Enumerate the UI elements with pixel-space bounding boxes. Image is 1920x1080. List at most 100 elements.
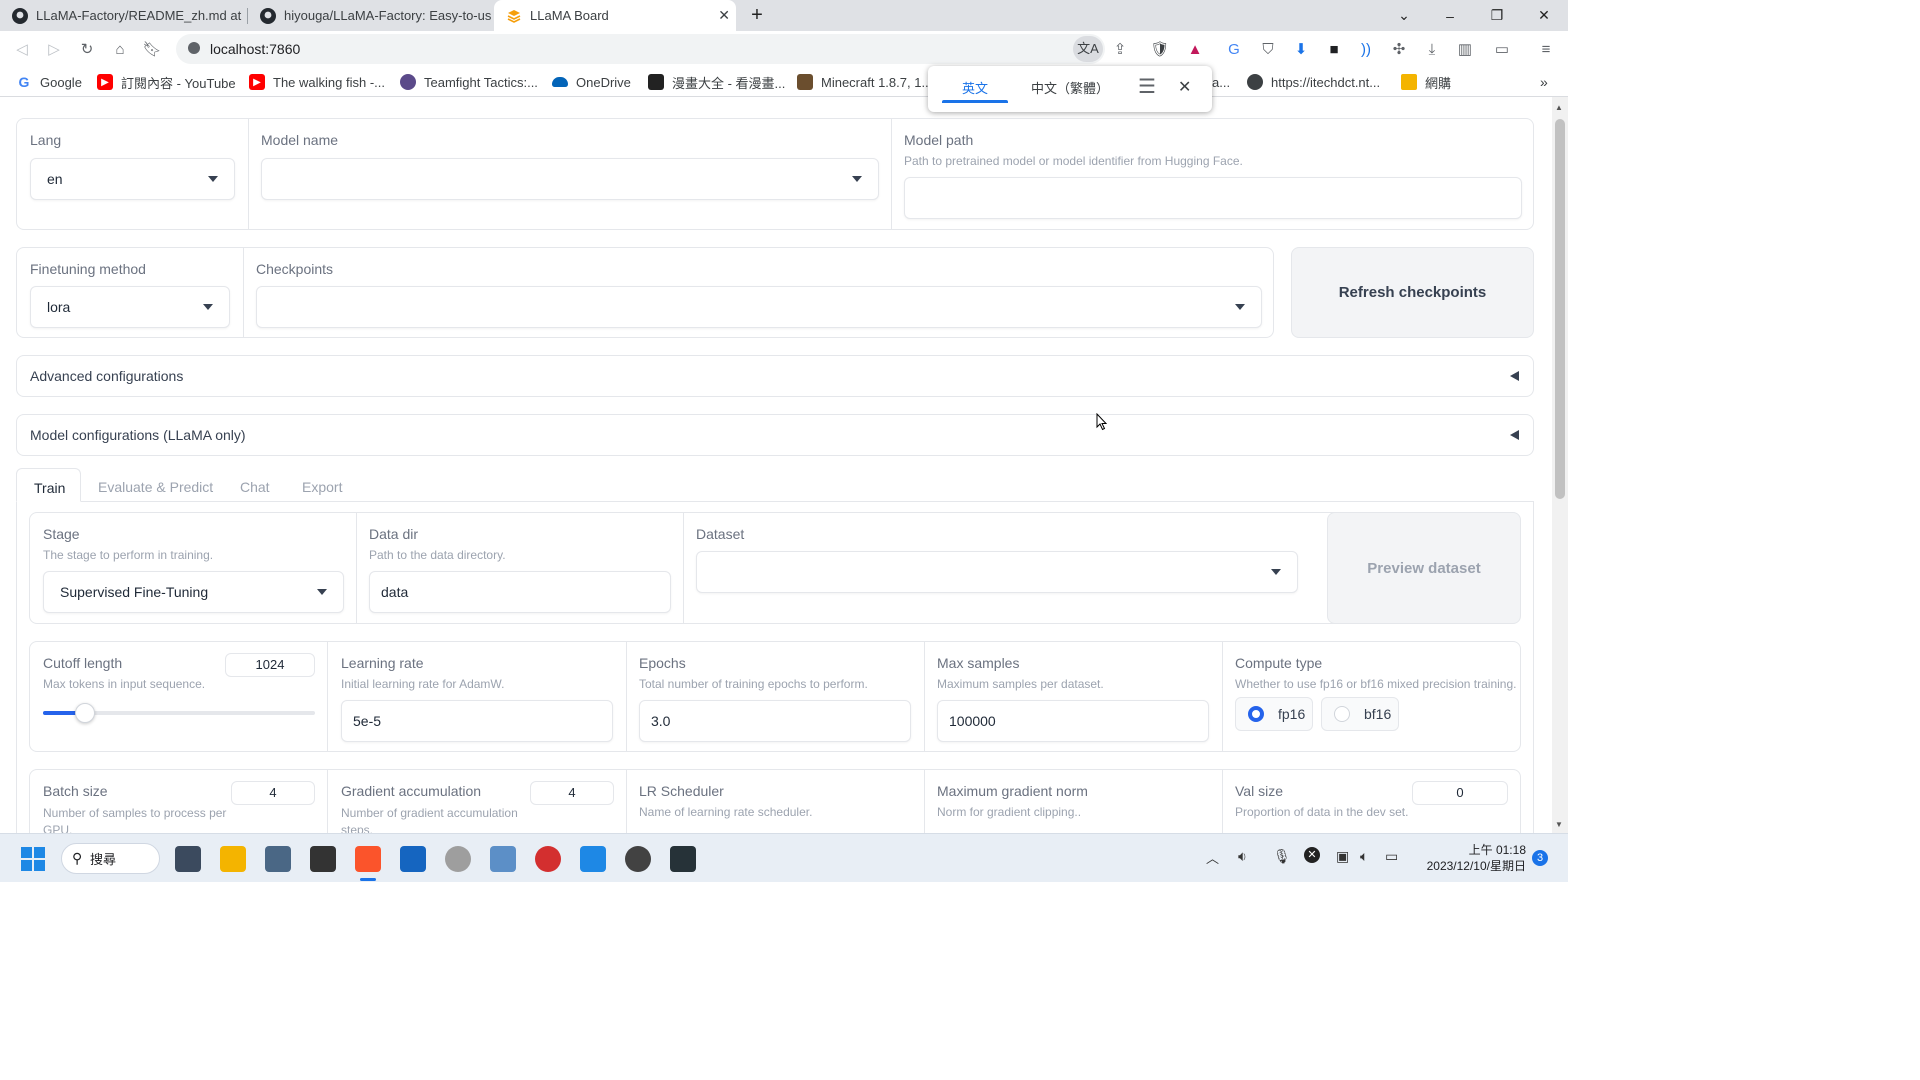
bookmark-item[interactable]: https://itechdct.nt...: [1247, 73, 1380, 91]
extensions-icon[interactable]: ✣: [1387, 37, 1411, 61]
menu-icon[interactable]: ≡: [1534, 37, 1558, 61]
brave-browser-icon[interactable]: [355, 846, 381, 872]
page-scrollbar[interactable]: ▲ ▼: [1552, 97, 1568, 833]
audio-ext-icon[interactable]: )): [1354, 37, 1378, 61]
windows-start-icon[interactable]: [21, 847, 45, 871]
url-text: localhost:7860: [210, 41, 301, 57]
wallet-icon[interactable]: ▭: [1490, 37, 1514, 61]
bookmark-item[interactable]: OneDrive: [552, 73, 631, 91]
bookmark-item[interactable]: ▶ The walking fish -...: [249, 73, 385, 91]
dataset-dropdown[interactable]: [696, 551, 1298, 593]
advanced-configurations-accordion[interactable]: Advanced configurations: [16, 355, 1534, 397]
scrollbar-thumb[interactable]: [1555, 119, 1565, 499]
file-explorer-icon[interactable]: [220, 846, 246, 872]
reload-icon[interactable]: ↻: [75, 37, 99, 61]
speaker-icon[interactable]: 🔈︎: [1360, 848, 1368, 865]
document-app-icon[interactable]: [400, 846, 426, 872]
lang-dropdown[interactable]: en: [30, 158, 235, 200]
more-bookmarks-icon[interactable]: »: [1540, 73, 1548, 91]
model-path-input[interactable]: [904, 177, 1522, 219]
bookmark-item[interactable]: ▶ 訂閱內容 - YouTube: [97, 73, 236, 91]
adblock-ext-icon[interactable]: ⛉: [1256, 37, 1280, 61]
bookmark-icon[interactable]: 🔖︎: [140, 37, 164, 61]
back-icon[interactable]: ◁: [10, 37, 34, 61]
scroll-up-icon[interactable]: ▲: [1555, 103, 1563, 112]
close-tab-icon[interactable]: ✕: [718, 7, 730, 24]
bookmark-item[interactable]: Minecraft 1.8.7, 1...: [797, 73, 932, 91]
calculator-icon[interactable]: [265, 846, 291, 872]
tab-chat[interactable]: Chat: [240, 479, 270, 495]
gradient-accumulation-number[interactable]: 4: [530, 781, 614, 805]
video-editor-icon[interactable]: [310, 846, 336, 872]
sidebar-icon[interactable]: ▥: [1453, 37, 1477, 61]
tab-search-icon[interactable]: ⌄: [1381, 0, 1427, 31]
browser-tab[interactable]: hiyouga/LLaMA-Factory: Easy-to-us: [248, 0, 491, 31]
address-bar[interactable]: localhost:7860 文A: [176, 34, 1105, 64]
taskbar-search-box[interactable]: ⚲ 搜尋: [61, 843, 160, 874]
bookmark-item[interactable]: a...: [1212, 73, 1230, 91]
notepad-app-icon[interactable]: [580, 846, 606, 872]
bookmark-item[interactable]: 漫畫大全 - 看漫畫...: [648, 73, 785, 91]
translate-tab-source[interactable]: 英文: [942, 78, 1008, 97]
browser-tab-active[interactable]: LLaMA Board ✕: [494, 0, 736, 31]
downloads-icon[interactable]: ⤓: [1420, 37, 1444, 61]
clock-app-icon[interactable]: [445, 846, 471, 872]
network-icon[interactable]: ▣: [1336, 848, 1349, 865]
translate-tab-target[interactable]: 中文（繁體）: [1018, 78, 1122, 97]
epochs-input[interactable]: 3.0: [639, 700, 911, 742]
bookmark-item[interactable]: Teamfight Tactics:...: [400, 73, 538, 91]
site-info-icon[interactable]: [188, 42, 200, 54]
translate-close-icon[interactable]: ✕: [1178, 77, 1191, 97]
forward-icon[interactable]: ▷: [42, 37, 66, 61]
battery-icon[interactable]: ▭: [1385, 848, 1398, 865]
batch-size-number[interactable]: 4: [231, 781, 315, 805]
checkpoints-dropdown[interactable]: [256, 286, 1262, 328]
refresh-checkpoints-button[interactable]: Refresh checkpoints: [1291, 247, 1534, 338]
preview-dataset-button[interactable]: Preview dataset: [1327, 512, 1521, 624]
bookmark-item[interactable]: G Google: [16, 73, 82, 91]
tab-export[interactable]: Export: [302, 479, 342, 495]
stage-dropdown[interactable]: Supervised Fine-Tuning: [43, 571, 344, 613]
status-tray-icon[interactable]: ✕: [1304, 847, 1320, 863]
minimize-icon[interactable]: –: [1427, 0, 1473, 31]
notification-badge[interactable]: 3: [1532, 850, 1548, 866]
cutoff-length-slider-track[interactable]: [43, 703, 315, 723]
task-view-icon[interactable]: [175, 846, 201, 872]
download-ext-icon[interactable]: ⬇: [1289, 37, 1313, 61]
taskbar-clock[interactable]: 上午 01:18 2023/12/10/星期日: [1410, 842, 1526, 874]
microphone-icon[interactable]: 🎙︎: [1273, 848, 1291, 865]
data-dir-input[interactable]: data: [369, 571, 671, 613]
tab-evaluate-predict[interactable]: Evaluate & Predict: [98, 479, 213, 495]
learning-rate-input[interactable]: 5e-5: [341, 700, 613, 742]
translate-options-icon[interactable]: ☰: [1138, 77, 1156, 97]
show-hidden-icons-icon[interactable]: ︿: [1206, 848, 1219, 867]
browser-tab[interactable]: LLaMA-Factory/README_zh.md at r: [0, 0, 245, 31]
compute-type-fp16-radio[interactable]: fp16: [1235, 697, 1313, 731]
val-size-number[interactable]: 0: [1412, 781, 1508, 805]
cutoff-length-number[interactable]: 1024: [225, 653, 315, 677]
google-translate-ext-icon[interactable]: G: [1222, 37, 1246, 61]
tab-train[interactable]: Train: [16, 468, 81, 502]
obs-app-icon[interactable]: [625, 846, 651, 872]
volume-tray-icon[interactable]: 🔉︎: [1238, 848, 1247, 865]
scroll-down-icon[interactable]: ▼: [1555, 820, 1563, 829]
close-window-icon[interactable]: ✕: [1521, 0, 1567, 31]
model-configurations-accordion[interactable]: Model configurations (LLaMA only): [16, 414, 1534, 456]
maximize-icon[interactable]: ❐: [1474, 0, 1520, 31]
translate-icon[interactable]: 文A: [1073, 36, 1103, 62]
brave-shields-icon[interactable]: 🛡︎: [1148, 37, 1172, 61]
cutoff-length-slider-thumb[interactable]: [75, 703, 96, 723]
new-tab-icon[interactable]: +: [737, 0, 777, 31]
terminal-app-icon[interactable]: [670, 846, 696, 872]
photos-app-icon[interactable]: [490, 846, 516, 872]
finetuning-method-dropdown[interactable]: lora: [30, 286, 230, 328]
office-app-icon[interactable]: [535, 846, 561, 872]
bookmark-item[interactable]: 網購: [1401, 73, 1451, 91]
extension-badge-icon[interactable]: ■: [1322, 37, 1346, 61]
compute-type-bf16-radio[interactable]: bf16: [1321, 697, 1399, 731]
max-samples-input[interactable]: 100000: [937, 700, 1209, 742]
brave-rewards-icon[interactable]: ▲: [1183, 37, 1207, 61]
model-name-dropdown[interactable]: [261, 158, 879, 200]
home-icon[interactable]: ⌂: [108, 37, 132, 61]
share-icon[interactable]: ⇪: [1108, 37, 1132, 61]
